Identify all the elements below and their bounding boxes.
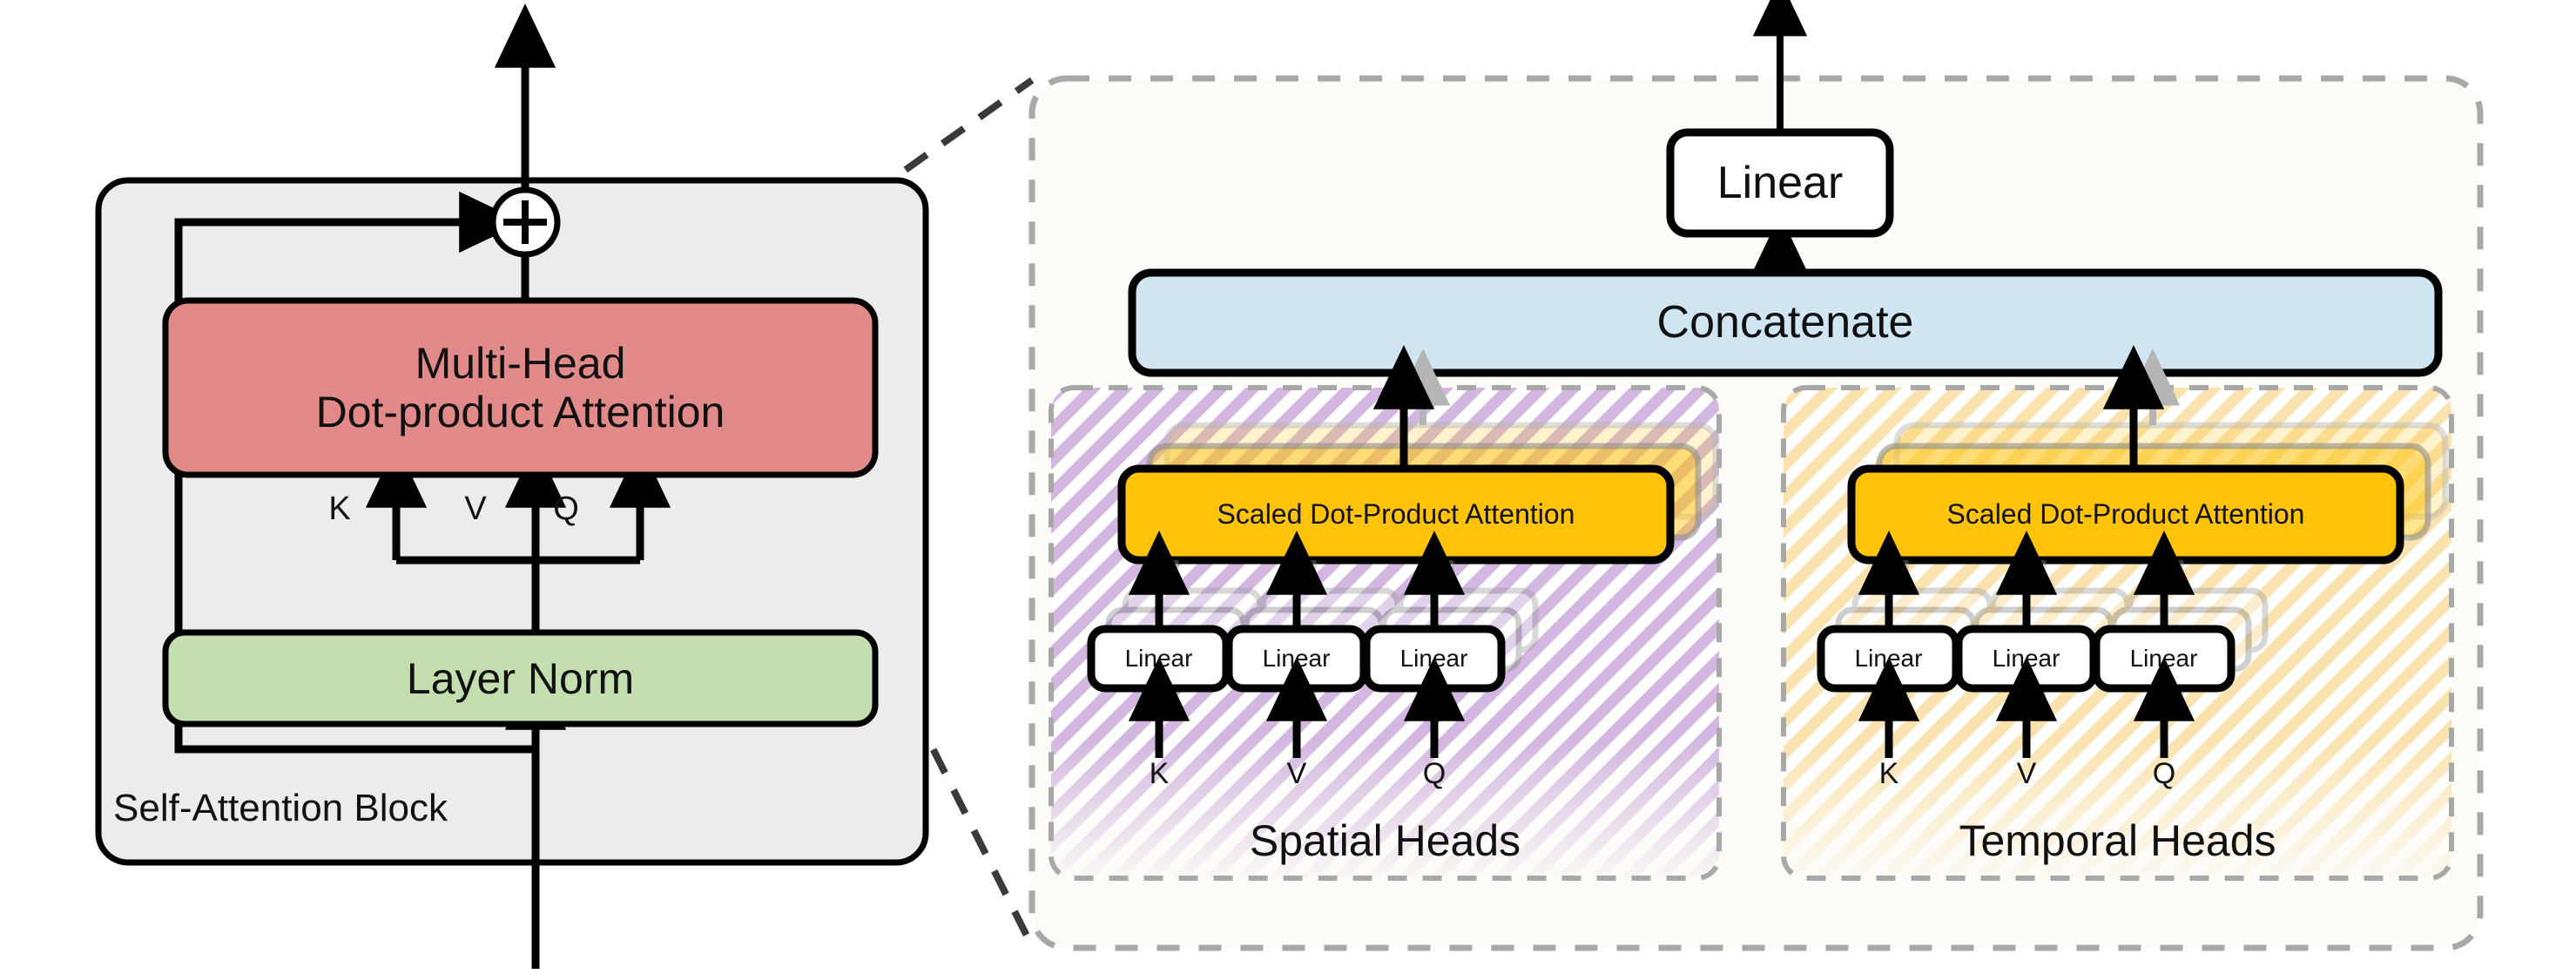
spatial-heads-group <box>1049 344 1722 881</box>
temporal-sdpa-label: Scaled Dot-Product Attention <box>1946 497 2305 530</box>
block-input-label-k: K <box>328 490 351 527</box>
self-attention-block-outline <box>95 177 929 866</box>
spatial-sdpa-label: Scaled Dot-Product Attention <box>1217 497 1575 530</box>
temporal-input-label-v: V <box>2016 756 2037 790</box>
temporal-linear-label-q: Linear <box>2129 645 2198 673</box>
temporal-input-label-q: Q <box>2152 756 2176 790</box>
block-input-label-q: Q <box>553 490 579 527</box>
block-input-label-v: V <box>464 490 487 527</box>
multihead-attention-line1: Multi-Head <box>415 339 626 388</box>
spatial-linear-label-k: Linear <box>1124 645 1193 673</box>
spatial-input-label-q: Q <box>1422 756 1446 790</box>
panel-linear-label: Linear <box>1716 157 1844 208</box>
self-attention-block-label: Self-Attention Block <box>113 787 448 830</box>
spatial-linear-label-v: Linear <box>1262 645 1331 673</box>
diagram-canvas: Multi-Head Dot-product Attention Layer N… <box>0 0 2576 974</box>
layer-norm-label: Layer Norm <box>406 653 635 703</box>
multihead-attention-label: Multi-Head Dot-product Attention <box>165 301 875 475</box>
multihead-attention-line2: Dot-product Attention <box>315 388 725 436</box>
temporal-input-label-k: K <box>1878 756 1899 790</box>
spatial-linear-label-q: Linear <box>1399 645 1468 673</box>
temporal-linear-label-v: Linear <box>1992 645 2060 673</box>
temporal-heads-caption: Temporal Heads <box>1959 816 2276 865</box>
spatial-input-label-k: K <box>1149 756 1170 790</box>
spatial-heads-caption: Spatial Heads <box>1249 816 1521 865</box>
concatenate-label: Concatenate <box>1656 297 1914 348</box>
temporal-heads-group <box>1781 344 2454 881</box>
temporal-linear-label-k: Linear <box>1854 645 1923 673</box>
spatial-input-label-v: V <box>1286 756 1307 790</box>
